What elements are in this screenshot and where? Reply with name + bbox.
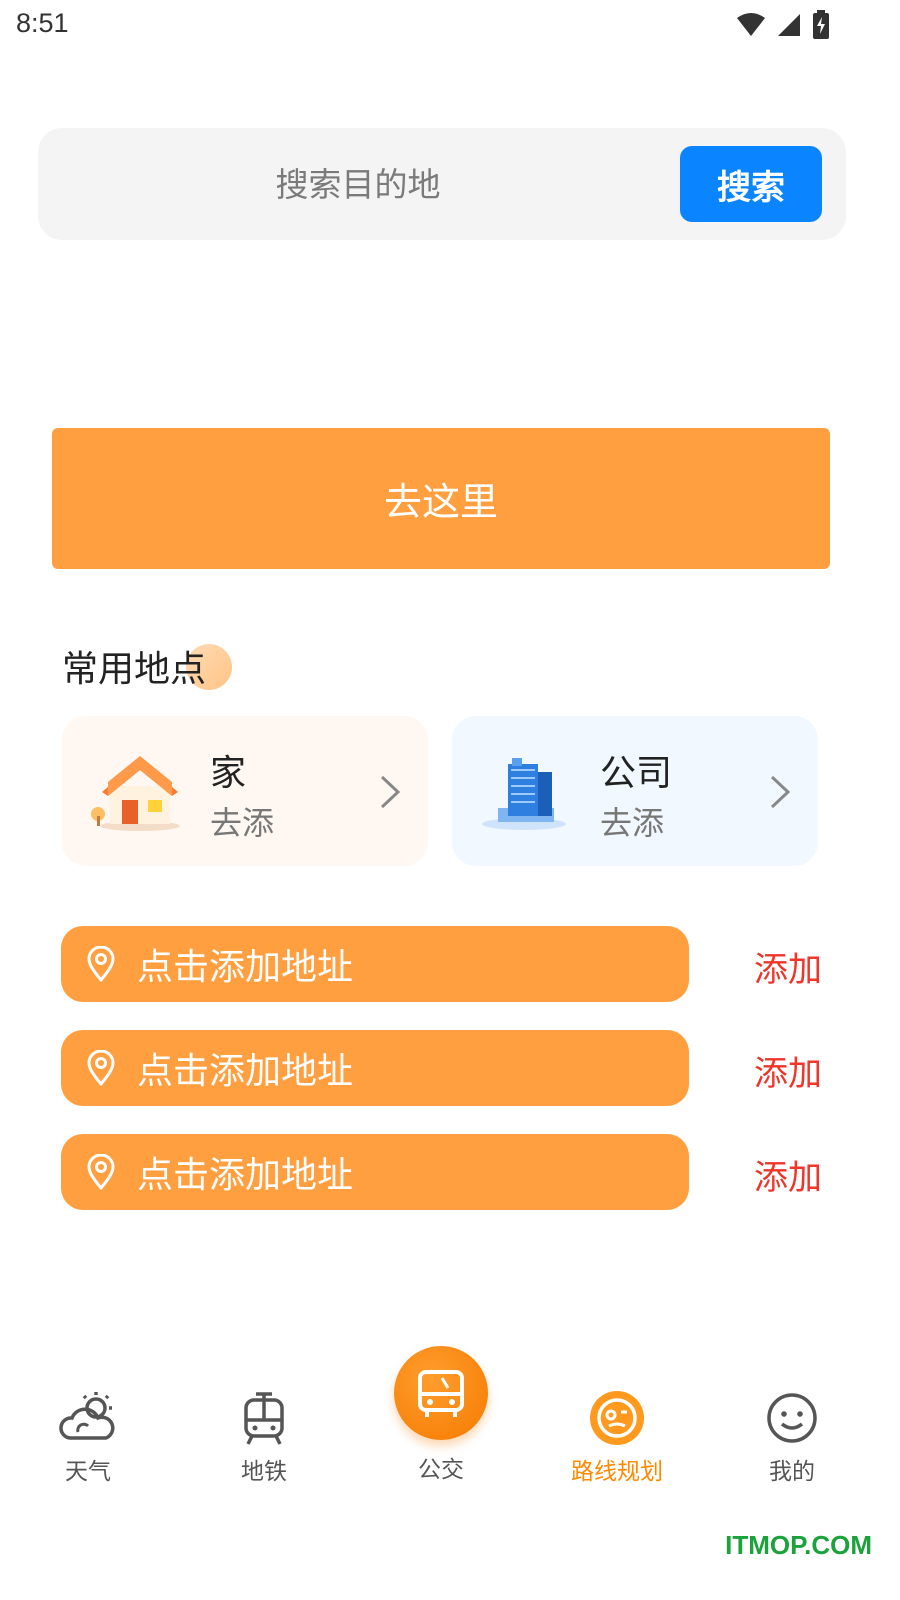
favorite-company-card[interactable]: 公司 去添 xyxy=(452,716,818,866)
subway-icon xyxy=(244,1392,284,1445)
nav-route-planning[interactable]: 路线规划 xyxy=(557,1388,677,1486)
add-address-button[interactable]: 添加 xyxy=(754,1150,822,1199)
nav-subway[interactable]: 地铁 xyxy=(204,1388,324,1486)
address-row[interactable]: 点击添加地址 xyxy=(61,926,689,1002)
status-icons xyxy=(736,10,830,40)
house-icon xyxy=(91,756,180,831)
nav-route-planning-label: 路线规划 xyxy=(571,1459,663,1485)
status-time: 8:51 xyxy=(16,8,69,38)
address-text: 点击添加地址 xyxy=(137,947,354,988)
search-box: 搜索 xyxy=(38,128,846,240)
favorite-home-title: 家 xyxy=(210,753,247,794)
favorite-home-card[interactable]: 家 去添 xyxy=(62,716,428,866)
address-text: 点击添加地址 xyxy=(137,1051,354,1092)
nav-bus-label: 公交 xyxy=(418,1457,464,1483)
weather-icon xyxy=(59,1392,115,1440)
route-icon xyxy=(590,1391,644,1445)
nav-weather-label: 天气 xyxy=(65,1459,111,1485)
nav-mine-label: 我的 xyxy=(769,1459,815,1485)
address-row[interactable]: 点击添加地址 xyxy=(61,1134,689,1210)
location-pin-icon xyxy=(87,1154,115,1190)
smile-icon xyxy=(767,1393,817,1443)
go-here-button[interactable]: 去这里 xyxy=(52,428,830,569)
bus-icon xyxy=(418,1370,464,1417)
bottom-nav: 天气 地铁 公交 路线规划 我的 xyxy=(0,1340,900,1500)
status-bar: 8:51 xyxy=(0,0,900,50)
battery-icon xyxy=(813,10,829,39)
nav-weather[interactable]: 天气 xyxy=(28,1388,148,1486)
address-text: 点击添加地址 xyxy=(137,1155,354,1196)
favorite-company-subtitle: 去添 xyxy=(600,804,665,842)
signal-icon xyxy=(778,14,800,36)
building-icon xyxy=(482,758,566,830)
add-address-button[interactable]: 添加 xyxy=(754,942,822,991)
wifi-icon xyxy=(737,13,765,36)
address-row[interactable]: 点击添加地址 xyxy=(61,1030,689,1106)
favorites-title: 常用地点 xyxy=(62,649,207,690)
search-button[interactable]: 搜索 xyxy=(680,146,822,222)
nav-bus[interactable] xyxy=(394,1346,488,1440)
favorite-home-subtitle: 去添 xyxy=(210,804,275,842)
add-address-button[interactable]: 添加 xyxy=(754,1046,822,1095)
search-input[interactable] xyxy=(78,150,638,218)
watermark: ITMOP.COM xyxy=(725,1530,872,1560)
location-pin-icon xyxy=(87,946,115,982)
nav-subway-label: 地铁 xyxy=(241,1459,287,1485)
chevron-right-icon xyxy=(380,775,401,809)
favorite-company-title: 公司 xyxy=(600,753,673,794)
nav-mine[interactable]: 我的 xyxy=(732,1388,852,1486)
favorites-header: 常用地点 xyxy=(62,640,232,690)
chevron-right-icon xyxy=(770,775,791,809)
location-pin-icon xyxy=(87,1050,115,1086)
